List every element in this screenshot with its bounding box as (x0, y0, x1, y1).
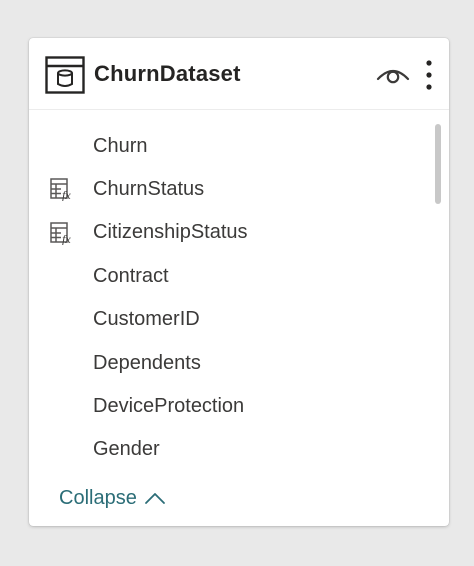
field-item[interactable]: CustomerID (29, 298, 429, 341)
collapse-label: Collapse (59, 487, 137, 509)
card-header: ChurnDataset (29, 38, 449, 110)
field-label: Gender (93, 438, 160, 461)
field-label: ChurnStatus (93, 178, 205, 201)
field-item[interactable]: Dependents (29, 341, 429, 384)
field-label: Dependents (93, 351, 201, 374)
visibility-eye-icon[interactable] (376, 62, 410, 88)
svg-text:fx: fx (62, 232, 71, 245)
field-label: DeviceProtection (93, 395, 245, 418)
field-label: Contract (93, 264, 169, 287)
field-item[interactable]: Contract (29, 254, 429, 297)
field-item[interactable]: Churn (29, 124, 429, 167)
calculated-column-icon: fx (50, 222, 71, 245)
field-item[interactable]: Gender (29, 428, 429, 471)
field-item[interactable]: DeviceProtection (29, 384, 429, 427)
table-icon (45, 56, 85, 94)
field-item[interactable]: fx ChurnStatus (29, 167, 429, 210)
dataset-card: ChurnDataset Churn fx ChurnStatus fx Cit… (29, 38, 449, 526)
field-list: Churn fx ChurnStatus fx CitizenshipStatu… (29, 124, 429, 471)
scrollbar[interactable] (433, 122, 443, 432)
field-label: Churn (93, 134, 148, 157)
scrollbar-thumb[interactable] (435, 124, 441, 204)
dataset-title: ChurnDataset (94, 61, 241, 86)
svg-text:fx: fx (62, 188, 71, 201)
collapse-button[interactable]: Collapse (59, 486, 166, 510)
field-item[interactable]: fx CitizenshipStatus (29, 211, 429, 254)
more-options-icon[interactable] (422, 59, 436, 91)
calculated-column-icon: fx (50, 178, 71, 201)
field-label: CitizenshipStatus (93, 221, 248, 244)
field-label: CustomerID (93, 308, 200, 331)
chevron-up-icon (144, 493, 165, 504)
